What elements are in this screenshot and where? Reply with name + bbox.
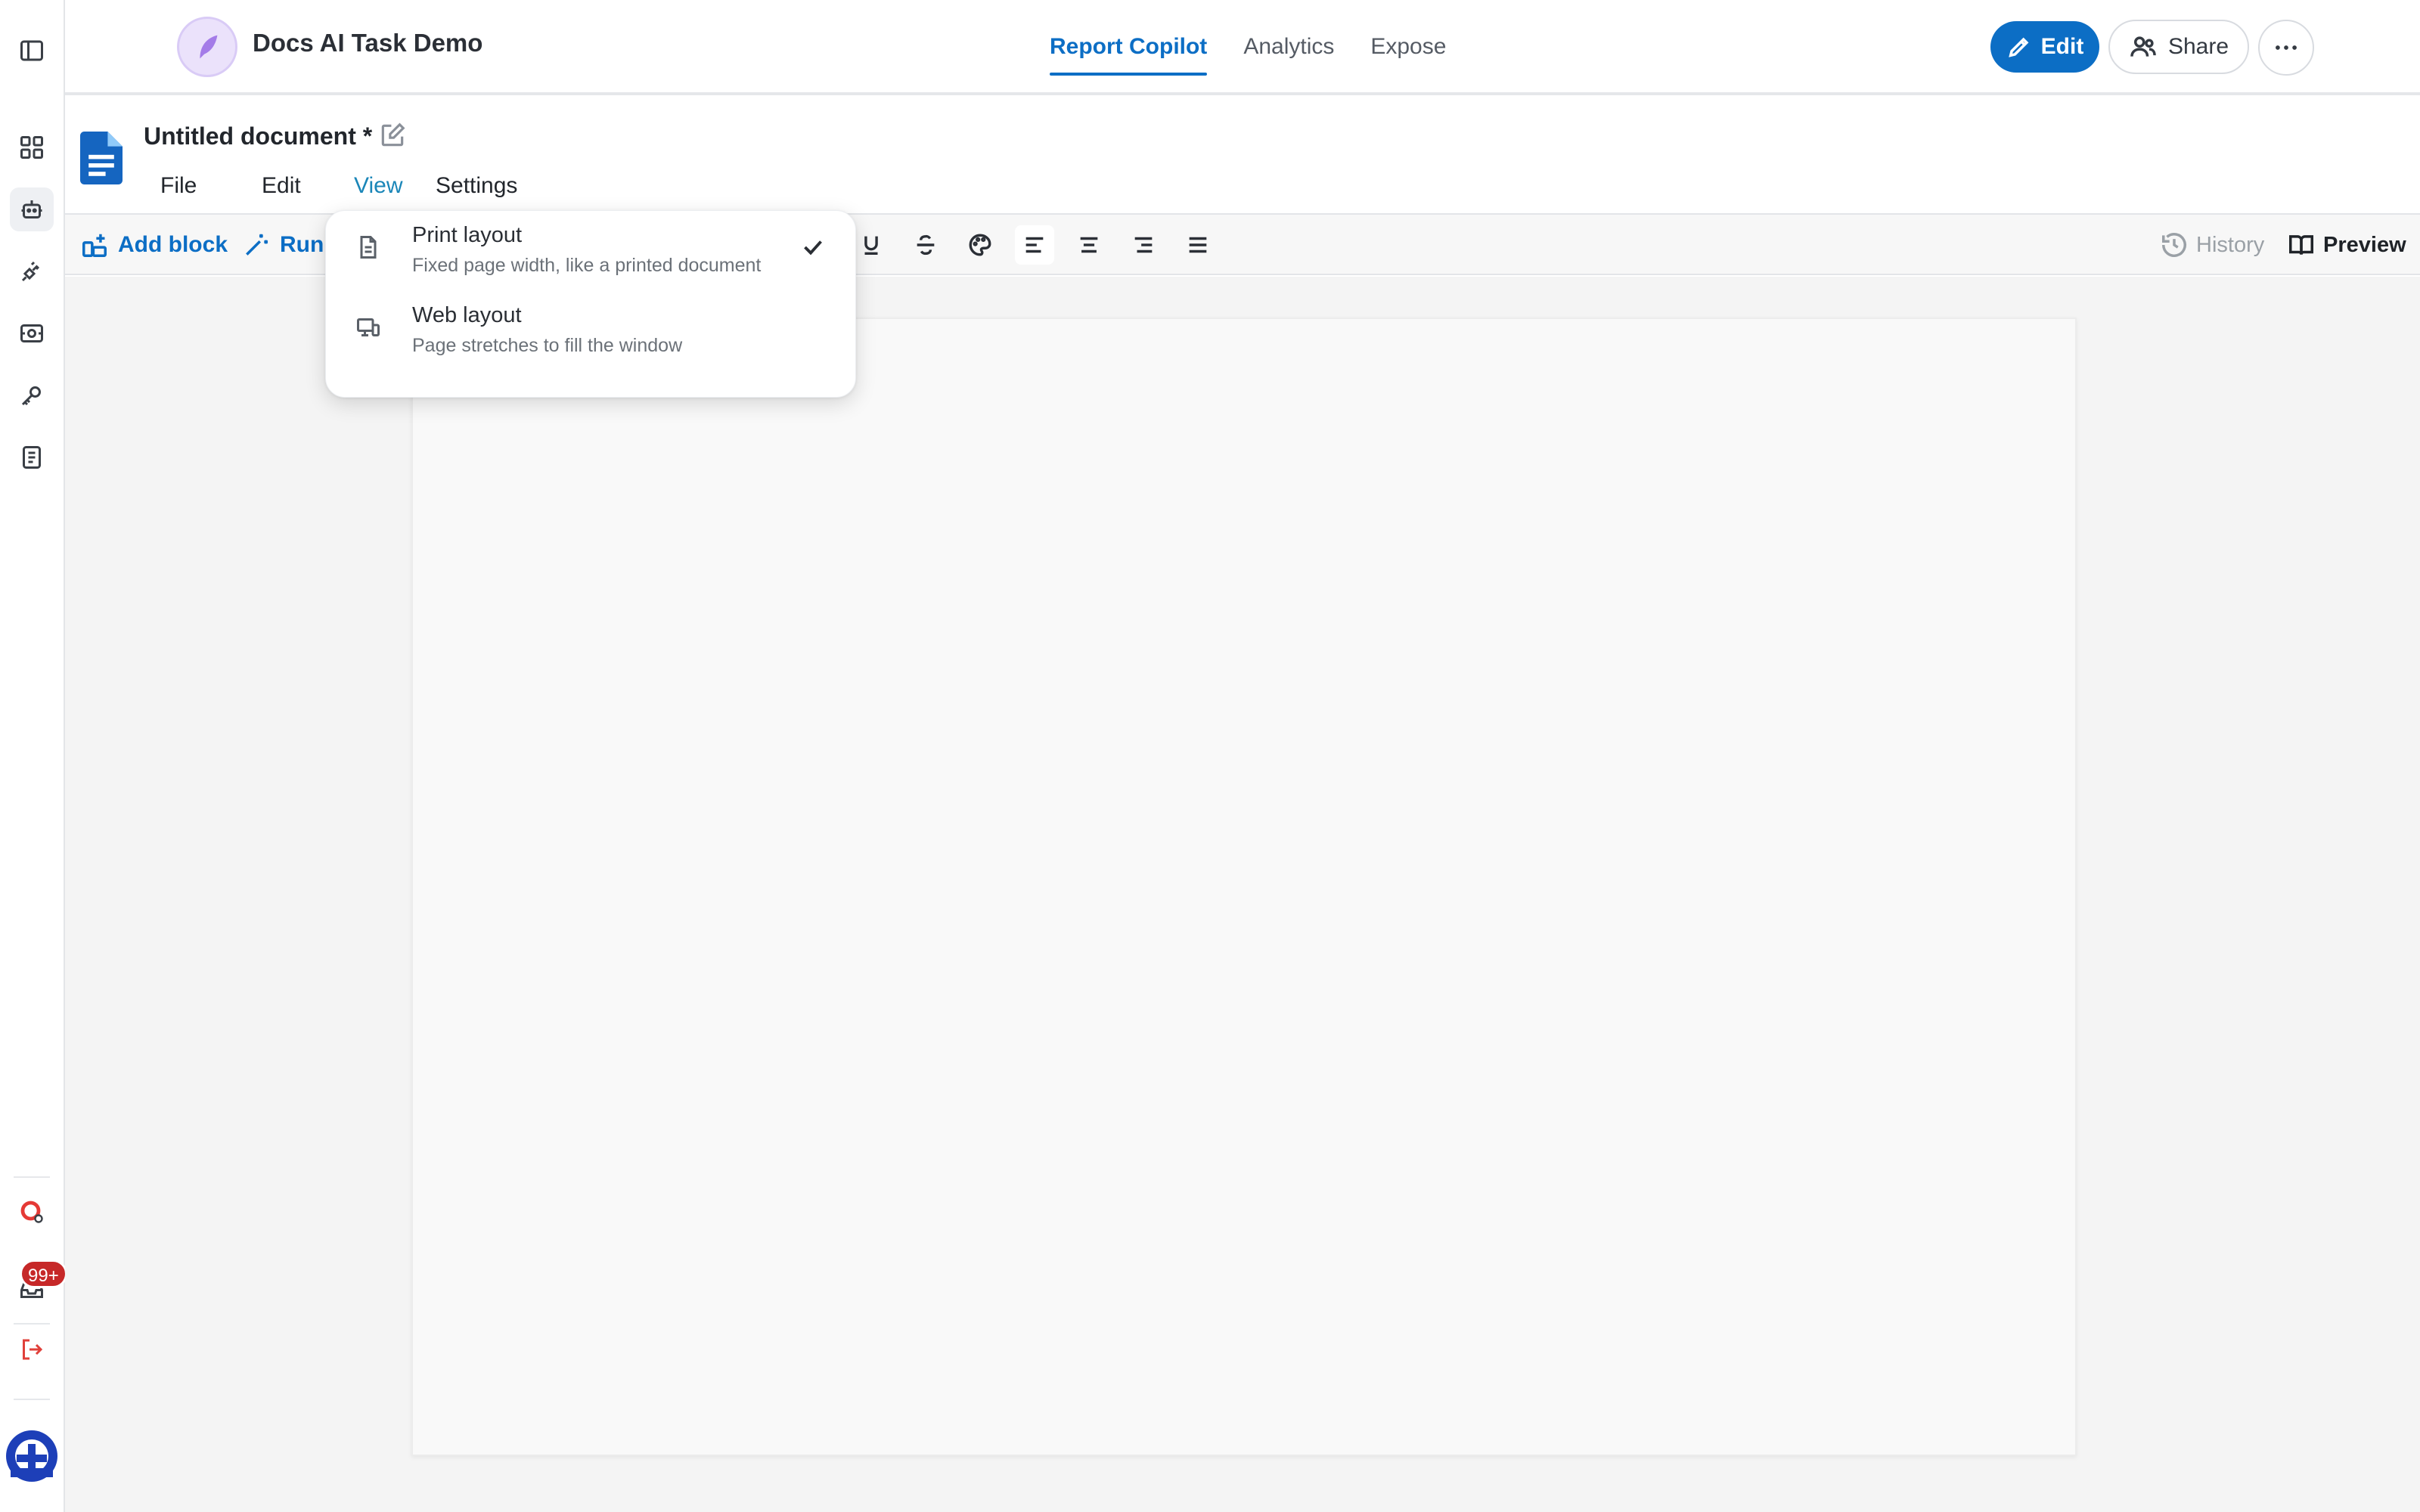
palette-icon [969, 234, 991, 256]
editor-canvas [65, 277, 2420, 1512]
run-button[interactable]: Run [242, 227, 324, 263]
edit-button[interactable]: Edit [1990, 21, 2099, 73]
share-button[interactable]: Share [2108, 20, 2249, 74]
users-icon [2130, 36, 2156, 57]
document-outline-icon [360, 236, 377, 259]
devices-icon [357, 318, 380, 336]
magic-wand-icon [246, 234, 268, 256]
selected-check [799, 234, 827, 261]
document-title[interactable]: Untitled document * [144, 122, 372, 150]
edit-button-label: Edit [2040, 34, 2084, 59]
nav-tabs: Report Copilot Analytics Expose [1032, 0, 1464, 91]
ellipsis-icon [2276, 45, 2297, 50]
top-header: Docs AI Task Demo Report Copilot Analyti… [65, 0, 2420, 95]
sidebar-item-docs[interactable] [10, 435, 54, 479]
record-icon [20, 324, 43, 342]
align-right-icon [1134, 237, 1153, 253]
plug-icon [21, 261, 40, 282]
panel-toggle-icon [20, 40, 43, 61]
underline-button[interactable] [852, 225, 891, 265]
robot-icon [21, 200, 42, 218]
strikethrough-icon [917, 234, 935, 256]
align-center-button[interactable] [1069, 225, 1109, 265]
check-icon [804, 240, 822, 256]
view-option-description: Page stretches to fill the window [412, 335, 683, 356]
preview-button[interactable]: Preview [2287, 227, 2406, 263]
align-left-icon [1025, 237, 1044, 253]
more-options-button[interactable] [2258, 20, 2314, 76]
view-option-print-layout[interactable]: Print layout Fixed page width, like a pr… [326, 211, 857, 291]
notification-badge: 99+ [20, 1259, 67, 1288]
logout-button[interactable] [10, 1328, 54, 1371]
run-label: Run [280, 232, 324, 257]
align-right-button[interactable] [1124, 225, 1163, 265]
notebook-icon [23, 446, 41, 469]
menu-settings[interactable]: Settings [419, 168, 534, 204]
avatar-icon [6, 1430, 57, 1482]
align-justify-button[interactable] [1178, 225, 1218, 265]
sidebar-toggle-button[interactable] [10, 29, 54, 73]
view-menu-dropdown: Print layout Fixed page width, like a pr… [325, 210, 856, 398]
rail-divider [14, 1323, 50, 1325]
rail-divider [14, 1399, 50, 1400]
add-block-label: Add block [118, 232, 228, 257]
sidebar-item-copilot[interactable] [10, 187, 54, 231]
key-icon [21, 386, 41, 406]
text-color-button[interactable] [960, 225, 1000, 265]
app-root: 99+ Docs AI Task Demo Report Copilot Ana… [0, 0, 2420, 1512]
view-option-label: Web layout [412, 303, 522, 327]
feather-logo [200, 35, 218, 59]
align-left-button[interactable] [1015, 225, 1054, 265]
app-title: Docs AI Task Demo [253, 29, 483, 57]
tab-expose[interactable]: Expose [1352, 0, 1464, 91]
menu-file[interactable]: File [144, 168, 245, 204]
grid-apps-icon [20, 136, 43, 159]
align-center-icon [1080, 237, 1098, 253]
align-justify-icon [1189, 237, 1207, 253]
rail-divider [14, 1176, 50, 1178]
document-icon [80, 132, 123, 184]
app-logo[interactable] [177, 17, 237, 77]
preview-label: Preview [2323, 232, 2406, 257]
document-menu-bar: File Edit View Settings [144, 168, 534, 204]
view-option-description: Fixed page width, like a printed documen… [412, 255, 762, 276]
sidebar-item-integrations[interactable] [10, 249, 54, 293]
menu-view[interactable]: View [337, 168, 419, 204]
view-option-label: Print layout [412, 223, 523, 247]
sidebar-item-apps[interactable] [10, 125, 54, 169]
document-page[interactable] [411, 318, 2077, 1456]
lifebuoy-icon [20, 1201, 43, 1223]
left-rail: 99+ [0, 0, 67, 1512]
menu-edit[interactable]: Edit [245, 168, 337, 204]
history-button[interactable]: History [2160, 227, 2264, 263]
pencil-icon [2008, 37, 2029, 57]
view-option-web-layout[interactable]: Web layout Page stretches to fill the wi… [326, 291, 857, 371]
sidebar-item-support[interactable] [10, 1190, 54, 1234]
sidebar-item-keys[interactable] [10, 373, 54, 417]
add-block-button[interactable]: Add block [80, 227, 228, 263]
dd-icon-wrap [355, 314, 382, 341]
edit-square-icon [381, 122, 405, 147]
strikethrough-button[interactable] [906, 225, 945, 265]
underline-icon [864, 236, 878, 256]
document-header: Untitled document * File Edit View Setti… [65, 95, 2420, 215]
logout-icon [23, 1339, 43, 1360]
share-button-label: Share [2167, 34, 2229, 59]
sidebar-item-recordings[interactable] [10, 311, 54, 355]
add-block-icon [82, 234, 107, 257]
dd-icon-wrap [355, 234, 382, 261]
tab-analytics[interactable]: Analytics [1225, 0, 1352, 91]
avatar[interactable] [5, 1429, 59, 1483]
history-label: History [2196, 232, 2265, 257]
rename-document-button[interactable] [378, 121, 408, 151]
tab-report-copilot[interactable]: Report Copilot [1032, 0, 1225, 91]
history-icon [2162, 233, 2186, 257]
book-open-icon [2289, 235, 2313, 256]
